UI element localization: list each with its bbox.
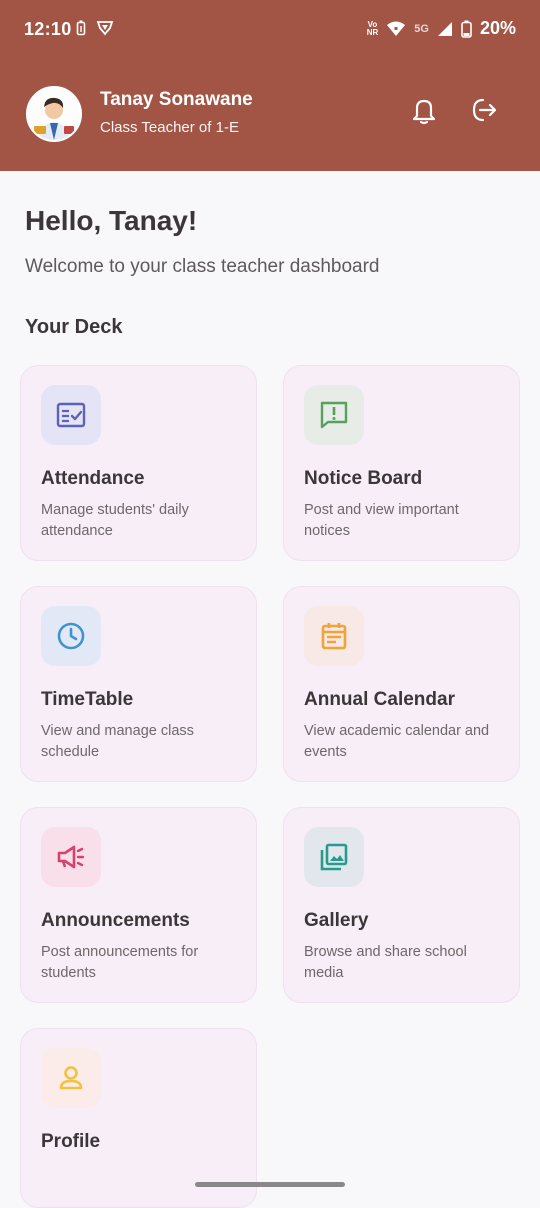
profile-icon xyxy=(59,1066,83,1090)
card-title: Notice Board xyxy=(304,468,423,489)
network-type: 5G xyxy=(414,22,429,35)
gallery-icon xyxy=(320,843,348,871)
battery-icon xyxy=(461,20,472,38)
card-title: TimeTable xyxy=(41,689,134,710)
notifications-button[interactable] xyxy=(406,92,442,128)
card-description: Manage students' daily attendance xyxy=(41,502,189,539)
logout-button[interactable] xyxy=(466,92,502,128)
attendance-icon-box xyxy=(41,385,101,445)
card-description: Post announcements for students xyxy=(41,944,199,981)
annual-calendar-card[interactable]: Annual Calendar View academic calendar a… xyxy=(283,586,520,782)
battery-percent: 20% xyxy=(479,18,516,38)
user-name: Tanay Sonawane xyxy=(100,89,253,110)
timetable-card[interactable]: TimeTable View and manage class schedule xyxy=(20,586,257,782)
card-description: Browse and share school media xyxy=(304,944,467,981)
wifi-icon xyxy=(387,21,406,36)
volte-indicator: Vo NR xyxy=(366,19,379,37)
teacher-avatar-icon xyxy=(28,88,80,140)
section-title: Your Deck xyxy=(25,316,123,338)
attendance-card[interactable]: Attendance Manage students' daily attend… xyxy=(20,365,257,561)
greeting-heading: Hello, Tanay! xyxy=(25,205,198,236)
signal-icon xyxy=(437,21,452,36)
vpn-shield-icon xyxy=(96,21,114,36)
card-title: Gallery xyxy=(304,910,369,931)
app-header: 12:10 Vo NR 5G 20% Tanay Sonawane Class … xyxy=(0,0,540,171)
gallery-icon-box xyxy=(304,827,364,887)
status-bar: 12:10 Vo NR 5G 20% xyxy=(0,0,540,60)
card-title: Announcements xyxy=(41,910,190,931)
notice-icon xyxy=(320,401,348,429)
megaphone-icon-box xyxy=(41,827,101,887)
calendar-icon-box xyxy=(304,606,364,666)
home-indicator[interactable] xyxy=(195,1182,345,1187)
status-time: 12:10 xyxy=(24,19,72,39)
card-title: Annual Calendar xyxy=(304,689,455,710)
card-description: View and manage class schedule xyxy=(41,723,194,760)
status-right: Vo NR 5G 20% xyxy=(367,18,516,39)
megaphone-icon xyxy=(57,845,85,869)
profile-icon-box xyxy=(41,1048,101,1108)
card-description: View academic calendar and events xyxy=(304,723,490,760)
notice-board-card[interactable]: Notice Board Post and view important not… xyxy=(283,365,520,561)
card-description: Post and view important notices xyxy=(304,502,459,539)
clock-icon-box xyxy=(41,606,101,666)
profile-card[interactable]: Profile xyxy=(20,1028,257,1208)
card-title: Attendance xyxy=(41,468,145,489)
welcome-text: Welcome to your class teacher dashboard xyxy=(25,256,380,277)
card-title: Profile xyxy=(41,1131,101,1152)
gallery-card[interactable]: Gallery Browse and share school media xyxy=(283,807,520,1003)
user-role: Class Teacher of 1-E xyxy=(100,119,239,136)
battery-saver-icon xyxy=(76,20,86,36)
announcements-card[interactable]: Announcements Post announcements for stu… xyxy=(20,807,257,1003)
notice-icon-box xyxy=(304,385,364,445)
clock-icon xyxy=(57,622,85,650)
logout-icon xyxy=(472,98,497,122)
avatar[interactable] xyxy=(26,86,82,142)
bell-icon xyxy=(412,99,436,125)
calendar-icon xyxy=(321,623,347,650)
status-left-icons xyxy=(76,20,114,36)
attendance-icon xyxy=(56,402,86,428)
